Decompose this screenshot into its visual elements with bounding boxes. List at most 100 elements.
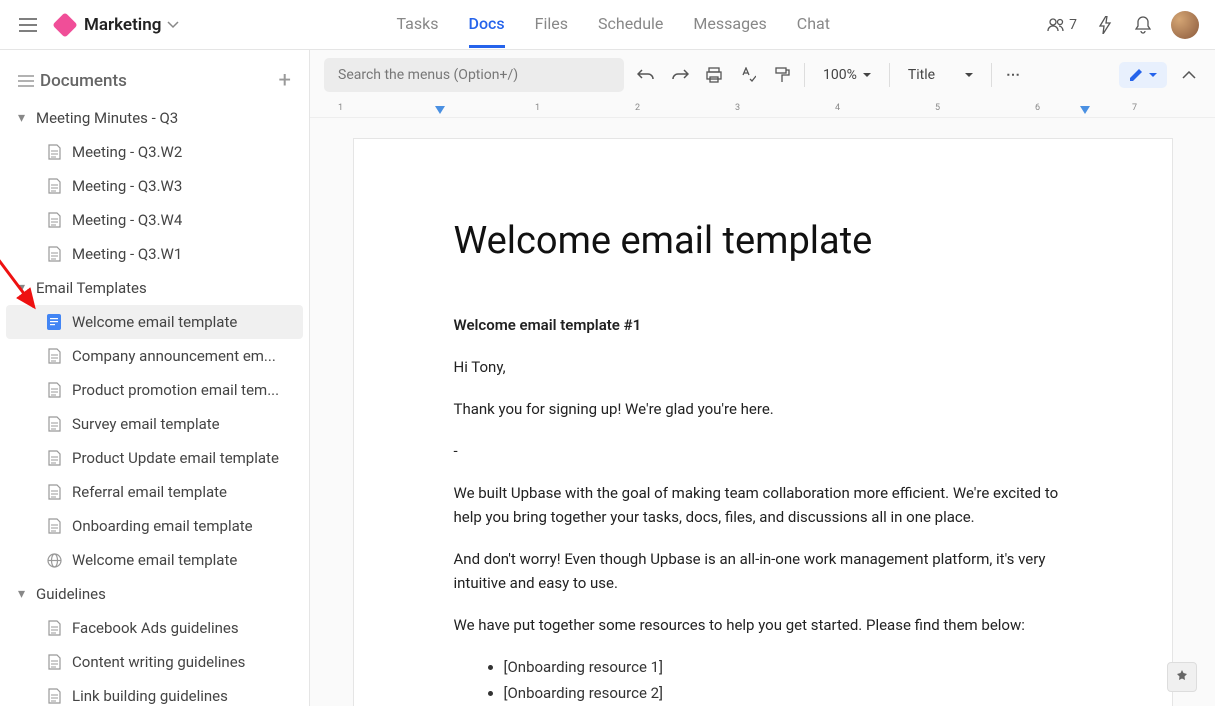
sidebar-header: Documents + bbox=[0, 60, 309, 101]
sidebar-item[interactable]: Facebook Ads guidelines bbox=[0, 611, 309, 645]
sidebar-item-label: Welcome email template bbox=[72, 313, 237, 331]
sidebar-item[interactable]: Welcome email template bbox=[6, 305, 303, 339]
doc-title[interactable]: Welcome email template bbox=[454, 219, 1072, 263]
tab-messages[interactable]: Messages bbox=[693, 2, 766, 48]
doc-icon bbox=[46, 620, 62, 636]
collapse-button[interactable] bbox=[1177, 63, 1201, 87]
style-selector[interactable]: Title bbox=[900, 67, 981, 83]
folder-guidelines[interactable]: ▾ Guidelines bbox=[0, 577, 309, 611]
print-button[interactable] bbox=[702, 63, 726, 87]
menu-search-input[interactable]: Search the menus (Option+/) bbox=[324, 58, 624, 92]
document-page[interactable]: Welcome email template Welcome email tem… bbox=[353, 138, 1173, 706]
sidebar-item-label: Meeting - Q3.W4 bbox=[72, 211, 182, 229]
ruler-right-marker[interactable] bbox=[1080, 106, 1090, 114]
doc-icon bbox=[46, 518, 62, 534]
sidebar-item-label: Facebook Ads guidelines bbox=[72, 619, 239, 637]
sidebar-item[interactable]: Product promotion email tem... bbox=[0, 373, 309, 407]
style-value: Title bbox=[908, 67, 935, 83]
sidebar-item-label: Welcome email template bbox=[72, 551, 237, 569]
sidebar-item[interactable]: Referral email template bbox=[0, 475, 309, 509]
project-icon bbox=[52, 12, 77, 37]
doc-icon bbox=[46, 484, 62, 500]
project-selector[interactable]: Marketing bbox=[56, 15, 179, 35]
content-area: Search the menus (Option+/) 100% bbox=[310, 50, 1215, 706]
list-icon bbox=[18, 75, 34, 87]
spellcheck-button[interactable] bbox=[736, 63, 760, 87]
doc-toolbar: Search the menus (Option+/) 100% bbox=[310, 50, 1215, 100]
chevron-down-icon: ▾ bbox=[18, 110, 32, 126]
tab-docs[interactable]: Docs bbox=[469, 2, 505, 48]
folder-label: Guidelines bbox=[36, 585, 106, 603]
lightning-icon[interactable] bbox=[1095, 15, 1115, 35]
sidebar-item[interactable]: Company announcement em... bbox=[0, 339, 309, 373]
sidebar-item[interactable]: Onboarding email template bbox=[0, 509, 309, 543]
nav-tabs: Tasks Docs Files Schedule Messages Chat bbox=[397, 2, 830, 48]
doc-list-item[interactable]: [Onboarding resource 2] bbox=[504, 681, 1072, 706]
project-name: Marketing bbox=[84, 15, 161, 35]
bell-icon[interactable] bbox=[1133, 15, 1153, 35]
sidebar-item[interactable]: Meeting - Q3.W4 bbox=[0, 203, 309, 237]
chevron-down-icon bbox=[965, 73, 973, 78]
document-scroll[interactable]: Welcome email template Welcome email tem… bbox=[310, 118, 1215, 706]
header: Marketing Tasks Docs Files Schedule Mess… bbox=[0, 0, 1215, 50]
doc-paragraph[interactable]: Thank you for signing up! We're glad you… bbox=[454, 397, 1072, 421]
doc-paragraph[interactable]: Hi Tony, bbox=[454, 355, 1072, 379]
members-count[interactable]: 7 bbox=[1047, 17, 1077, 33]
doc-paragraph[interactable]: We built Upbase with the goal of making … bbox=[454, 481, 1072, 529]
sidebar-item[interactable]: Meeting - Q3.W2 bbox=[0, 135, 309, 169]
main-menu-button[interactable] bbox=[16, 13, 40, 37]
separator bbox=[804, 63, 805, 87]
undo-button[interactable] bbox=[634, 63, 658, 87]
tab-files[interactable]: Files bbox=[535, 2, 568, 48]
doc-list-item[interactable]: [Onboarding resource 1] bbox=[504, 655, 1072, 681]
add-document-button[interactable]: + bbox=[279, 68, 291, 93]
sidebar-item[interactable]: Welcome email template bbox=[0, 543, 309, 577]
doc-icon bbox=[46, 212, 62, 228]
explore-button[interactable] bbox=[1167, 662, 1197, 692]
sidebar-item[interactable]: Product Update email template bbox=[0, 441, 309, 475]
chevron-down-icon bbox=[863, 73, 871, 78]
user-avatar[interactable] bbox=[1171, 11, 1199, 39]
more-options-button[interactable]: ⋯ bbox=[1002, 63, 1026, 87]
separator bbox=[991, 63, 992, 87]
sidebar-item-label: Meeting - Q3.W2 bbox=[72, 143, 182, 161]
zoom-selector[interactable]: 100% bbox=[815, 67, 879, 83]
doc-icon bbox=[46, 348, 62, 364]
sidebar-item[interactable]: Meeting - Q3.W1 bbox=[0, 237, 309, 271]
sidebar-item[interactable]: Meeting - Q3.W3 bbox=[0, 169, 309, 203]
search-placeholder: Search the menus (Option+/) bbox=[338, 67, 518, 83]
doc-icon bbox=[46, 144, 62, 160]
sidebar-item-label: Referral email template bbox=[72, 483, 227, 501]
doc-paragraph[interactable]: We have put together some resources to h… bbox=[454, 613, 1072, 637]
tab-chat[interactable]: Chat bbox=[797, 2, 830, 48]
folder-email-templates[interactable]: ▾ Email Templates bbox=[0, 271, 309, 305]
ruler-left-marker[interactable] bbox=[435, 106, 445, 114]
doc-list[interactable]: [Onboarding resource 1] [Onboarding reso… bbox=[504, 655, 1072, 706]
sidebar-item[interactable]: Survey email template bbox=[0, 407, 309, 441]
doc-icon bbox=[46, 688, 62, 704]
chevron-down-icon bbox=[1149, 73, 1157, 78]
chevron-down-icon: ▾ bbox=[18, 280, 32, 296]
pencil-icon bbox=[1129, 68, 1143, 82]
redo-button[interactable] bbox=[668, 63, 692, 87]
edit-mode-button[interactable] bbox=[1119, 62, 1167, 88]
doc-subtitle[interactable]: Welcome email template #1 bbox=[454, 313, 1072, 337]
doc-icon bbox=[46, 654, 62, 670]
folder-meeting-minutes[interactable]: ▾ Meeting Minutes - Q3 bbox=[0, 101, 309, 135]
sidebar-item[interactable]: Link building guidelines bbox=[0, 679, 309, 706]
doc-icon bbox=[46, 416, 62, 432]
doc-paragraph[interactable]: And don't worry! Even though Upbase is a… bbox=[454, 547, 1072, 595]
zoom-value: 100% bbox=[823, 67, 857, 83]
paint-format-button[interactable] bbox=[770, 63, 794, 87]
sidebar-item[interactable]: Content writing guidelines bbox=[0, 645, 309, 679]
tab-schedule[interactable]: Schedule bbox=[598, 2, 663, 48]
doc-icon bbox=[46, 382, 62, 398]
tab-tasks[interactable]: Tasks bbox=[397, 2, 439, 48]
ruler[interactable]: 1 1 2 3 4 5 6 7 bbox=[310, 100, 1215, 118]
chevron-down-icon bbox=[167, 21, 179, 29]
sidebar-item-label: Product promotion email tem... bbox=[72, 381, 279, 399]
folder-label: Meeting Minutes - Q3 bbox=[36, 109, 178, 127]
sidebar-item-label: Company announcement em... bbox=[72, 347, 276, 365]
doc-paragraph[interactable]: - bbox=[454, 439, 1072, 463]
sidebar: Documents + ▾ Meeting Minutes - Q3 Meeti… bbox=[0, 50, 310, 706]
